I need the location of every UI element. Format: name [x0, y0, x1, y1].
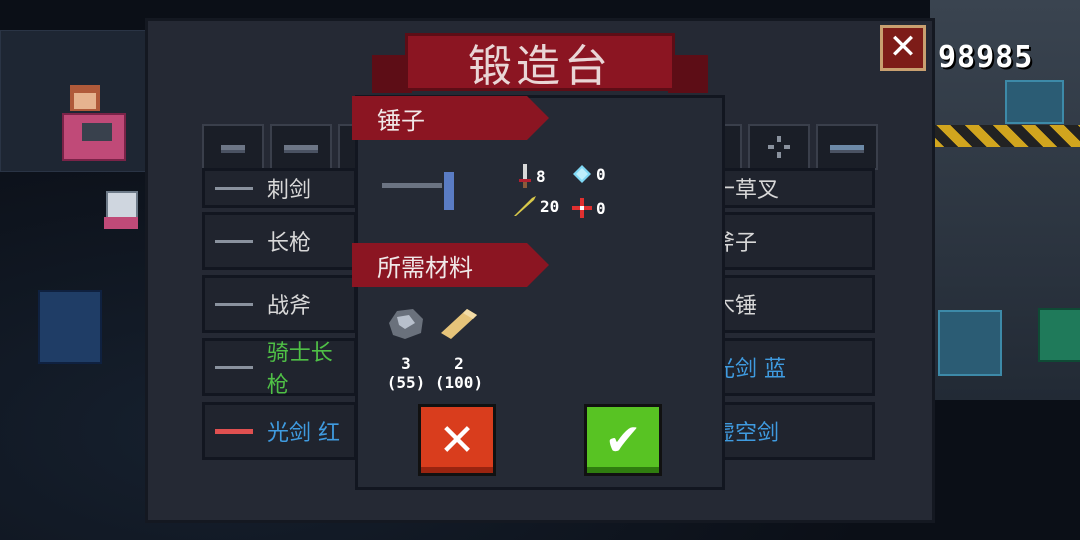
tab-staff[interactable] [748, 124, 810, 170]
tab-bow[interactable] [722, 124, 742, 170]
hammer-head [444, 172, 454, 210]
checkmark-icon: ✔ [604, 414, 642, 466]
crosshair-icon [768, 136, 790, 158]
tab-special[interactable] [816, 124, 878, 170]
materials-ribbon: 所需材料 [352, 243, 549, 287]
sword-icon [519, 164, 531, 188]
weapon-icon [215, 365, 253, 369]
weapon-name: 光剑 红 [267, 421, 340, 446]
stat-energy: 0 [572, 164, 606, 184]
list-item-1[interactable]: 长枪 [202, 212, 357, 270]
pistol-icon [221, 144, 245, 150]
wood-log-icon [437, 305, 481, 345]
material-count-1: 2 (100) [434, 354, 484, 392]
list-item-3[interactable]: 骑士长枪 [202, 338, 357, 398]
weapon-name: 骑士长枪 [266, 341, 333, 398]
tab-rifle[interactable] [270, 124, 332, 170]
ore-icon [385, 305, 427, 345]
crosshair-red-icon [572, 198, 592, 218]
close-icon: ✕ [888, 27, 918, 67]
weapon-name: 长枪 [267, 231, 312, 256]
close-button[interactable]: ✕ [880, 25, 926, 71]
hammer-icon [382, 183, 442, 188]
item-name-ribbon: 锤子 [352, 96, 549, 140]
stat-accuracy: 0 [572, 198, 606, 218]
page-title: 锻造台 [405, 33, 675, 92]
weapon-icon [215, 428, 253, 434]
tab-pistol[interactable] [202, 124, 264, 170]
stat-damage: 8 [518, 164, 546, 188]
blue-crate [38, 290, 102, 364]
material-count-0: 3 (55) [386, 354, 426, 392]
weapon-name: 战斧 [267, 294, 312, 319]
green-chest [1038, 308, 1080, 362]
item-name: 锤子 [377, 106, 425, 135]
cancel-button[interactable]: ✕ [418, 404, 496, 476]
weapon-icon [215, 186, 253, 190]
weapon-icon [215, 239, 253, 243]
pet-character [100, 185, 140, 235]
materials-header: 所需材料 [377, 253, 473, 282]
weapon-name: 刺剑 [267, 178, 312, 203]
confirm-button[interactable]: ✔ [584, 404, 662, 476]
list-item-0[interactable]: 刺剑 [202, 168, 357, 208]
lab-monitor [1005, 80, 1064, 124]
rifle-icon [284, 144, 318, 150]
gem-counter: 98985 [938, 40, 1034, 75]
list-item-4[interactable]: 光剑 红 [202, 402, 357, 460]
forge-dialog [355, 95, 725, 490]
shopkeeper-npc [52, 85, 132, 165]
hazard-stripe [930, 125, 1080, 147]
list-item-2[interactable]: 战斧 [202, 275, 357, 333]
diamond-icon [573, 165, 591, 183]
fish-gun-icon [830, 144, 864, 150]
close-icon: ✕ [438, 414, 476, 466]
crit-blade-icon [514, 196, 536, 216]
weapon-icon [215, 302, 253, 306]
stat-crit: 20 [514, 196, 559, 216]
blueprint-board [938, 310, 1002, 376]
